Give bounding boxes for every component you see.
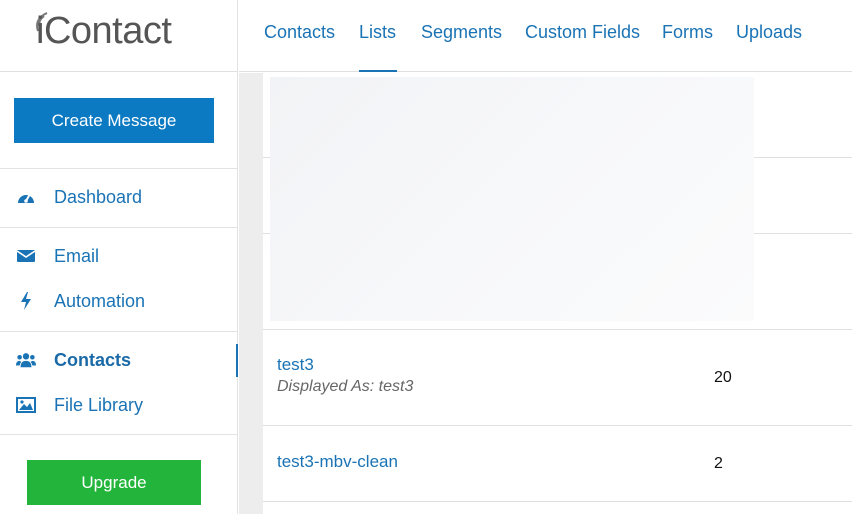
sidebar: iContact Create Message Dashboard Email … [0,0,238,514]
tab-contacts[interactable]: Contacts [264,22,335,43]
sidebar-item-file-library[interactable]: File Library [0,387,238,423]
create-message-button[interactable]: Create Message [14,98,214,143]
row-divider [263,329,852,330]
logo[interactable]: iContact [36,10,172,53]
list-count: 20 [714,369,732,386]
sidebar-item-contacts[interactable]: Contacts [0,342,238,378]
sidebar-item-label: Automation [54,290,146,311]
sidebar-item-label: Dashboard [54,186,143,207]
sidebar-item-email[interactable]: Email [0,238,238,274]
row-divider [263,425,852,426]
dashboard-icon [16,187,36,207]
list-name-link[interactable]: test3-mbv-clean [277,452,398,472]
envelope-icon [16,246,36,266]
sidebar-item-dashboard[interactable]: Dashboard [0,179,238,215]
divider [0,434,238,435]
row-divider [263,501,852,502]
sidebar-item-label: Email [54,245,100,266]
top-nav: Contacts Lists Segments Custom Fields Fo… [239,0,852,72]
tab-segments[interactable]: Segments [421,22,502,43]
redacted-region [270,77,754,321]
active-tab-indicator [359,70,397,72]
image-icon [16,395,36,415]
sidebar-item-automation[interactable]: Automation [0,283,238,319]
divider [0,331,238,332]
gutter [239,73,263,514]
divider [0,227,238,228]
tab-lists[interactable]: Lists [359,22,396,43]
list-count: 2 [714,455,723,472]
sidebar-item-label: Contacts [54,349,132,370]
tab-forms[interactable]: Forms [662,22,713,43]
active-indicator [236,344,238,377]
logo-area: iContact [0,0,238,72]
bolt-icon [16,291,36,311]
tab-custom-fields[interactable]: Custom Fields [525,22,640,43]
sidebar-item-label: File Library [54,394,144,415]
tab-uploads[interactable]: Uploads [736,22,802,43]
list-display-name: Displayed As: test3 [277,378,414,395]
divider [0,168,238,169]
upgrade-button[interactable]: Upgrade [27,460,201,505]
list-name-link[interactable]: test3 [277,355,314,375]
users-icon [16,350,36,370]
